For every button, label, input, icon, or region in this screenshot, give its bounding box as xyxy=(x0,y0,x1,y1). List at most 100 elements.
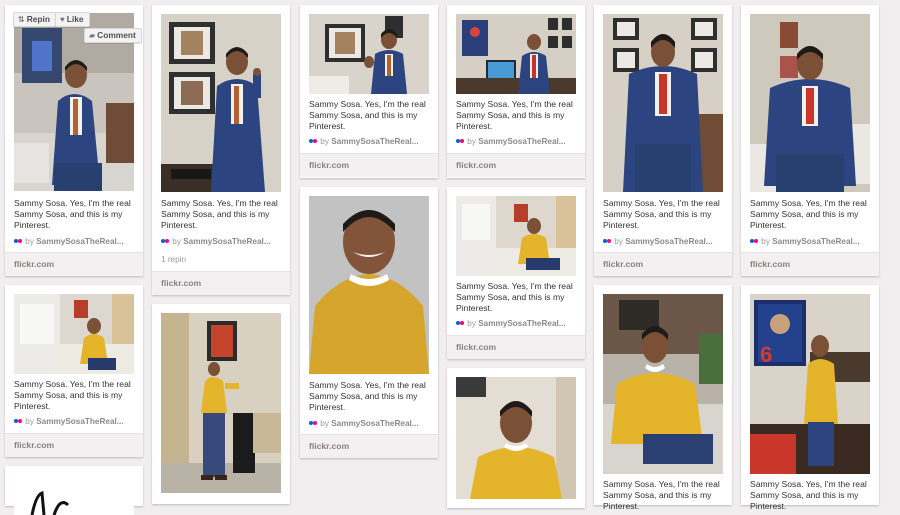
pin-description: Sammy Sosa. Yes, I'm the real Sammy Sosa… xyxy=(456,99,573,131)
speech-bubble-icon: ▰ xyxy=(89,31,96,40)
pinner-name[interactable]: SammySosaTheReal... xyxy=(183,237,270,246)
pin-card[interactable]: Sammy Sosa. Yes, I'm the real Sammy Sosa… xyxy=(447,5,585,178)
pin-card[interactable]: Sammy Sosa. Yes, I'm the real Sammy Sosa… xyxy=(594,285,732,511)
source-domain[interactable]: flickr.com xyxy=(750,259,790,269)
pin-photo[interactable]: 6 xyxy=(750,294,870,474)
pin-photo[interactable] xyxy=(161,313,281,493)
pin-attribution[interactable]: by SammySosaTheReal... xyxy=(309,137,432,148)
pin-source[interactable]: flickr.com xyxy=(5,433,143,457)
repin-count[interactable]: 1 repin xyxy=(161,255,186,264)
flickr-dots-icon xyxy=(750,238,759,245)
pin-source[interactable]: flickr.com xyxy=(447,153,585,177)
pin-card[interactable]: Sammy Sosa. Yes, I'm the real Sammy Sosa… xyxy=(152,5,290,295)
pin-photo[interactable] xyxy=(603,294,723,474)
source-domain[interactable]: flickr.com xyxy=(161,278,201,288)
pinner-name[interactable]: SammySosaTheReal... xyxy=(478,137,565,146)
pin-source[interactable]: flickr.com xyxy=(447,335,585,359)
pin-card[interactable] xyxy=(5,466,143,515)
pin-card[interactable] xyxy=(152,304,290,504)
pin-card[interactable]: Sammy Sosa. Yes, I'm the real Sammy Sosa… xyxy=(741,5,879,276)
by-label: by xyxy=(25,417,34,426)
pin-source[interactable]: flickr.com xyxy=(5,252,143,276)
by-label: by xyxy=(25,237,34,246)
flickr-dots-icon xyxy=(456,138,465,145)
pin-photo[interactable] xyxy=(603,14,723,192)
pinner-name[interactable]: SammySosaTheReal... xyxy=(36,417,123,426)
pin-description: Sammy Sosa. Yes, I'm the real Sammy Sosa… xyxy=(603,198,720,230)
repin-icon: ⇅ xyxy=(18,15,25,24)
pinner-name[interactable]: SammySosaTheReal... xyxy=(478,319,565,328)
pin-description: Sammy Sosa. Yes, I'm the real Sammy Sosa… xyxy=(14,198,131,230)
by-label: by xyxy=(320,137,329,146)
pin-description: Sammy Sosa. Yes, I'm the real Sammy Sosa… xyxy=(309,380,426,412)
pin-attribution[interactable]: by SammySosaTheReal... xyxy=(14,417,137,428)
pin-card[interactable]: 6 Sammy Sosa. Yes, I'm the real Sammy So… xyxy=(741,285,879,511)
by-label: by xyxy=(467,137,476,146)
pin-photo[interactable] xyxy=(309,14,429,94)
by-label: by xyxy=(761,237,770,246)
repin-button[interactable]: ⇅ Repin xyxy=(13,12,56,27)
source-domain[interactable]: flickr.com xyxy=(309,441,349,451)
pin-source[interactable]: flickr.com xyxy=(300,434,438,458)
pin-attribution[interactable]: by SammySosaTheReal... xyxy=(14,237,137,248)
source-domain[interactable]: flickr.com xyxy=(14,259,54,269)
pin-description: Sammy Sosa. Yes, I'm the real Sammy Sosa… xyxy=(309,99,426,131)
pin-description: Sammy Sosa. Yes, I'm the real Sammy Sosa… xyxy=(161,198,278,230)
pin-card[interactable]: Sammy Sosa. Yes, I'm the real Sammy Sosa… xyxy=(300,187,438,458)
flickr-dots-icon xyxy=(603,238,612,245)
pin-source[interactable]: flickr.com xyxy=(741,252,879,276)
source-domain[interactable]: flickr.com xyxy=(456,342,496,352)
source-domain[interactable]: flickr.com xyxy=(309,160,349,170)
pin-attribution[interactable]: by SammySosaTheReal... xyxy=(456,137,579,148)
by-label: by xyxy=(614,237,623,246)
pinner-name[interactable]: SammySosaTheReal... xyxy=(331,419,418,428)
comment-button[interactable]: ▰ Comment xyxy=(84,28,142,43)
pin-photo[interactable] xyxy=(456,196,576,276)
pin-description: Sammy Sosa. Yes, I'm the real Sammy Sosa… xyxy=(456,281,573,313)
pin-photo[interactable] xyxy=(456,14,576,94)
like-label: Like xyxy=(66,14,84,24)
pin-card[interactable]: ⇅ Repin ♥ Like ▰ Comment Sammy Sosa. Yes, I… xyxy=(5,5,143,276)
source-domain[interactable]: flickr.com xyxy=(14,440,54,450)
like-button[interactable]: ♥ Like xyxy=(55,12,90,27)
pin-attribution[interactable]: by SammySosaTheReal... xyxy=(161,237,284,248)
pin-attribution[interactable]: by SammySosaTheReal... xyxy=(309,419,432,430)
pin-source[interactable]: flickr.com xyxy=(300,153,438,177)
pinner-name[interactable]: SammySosaTheReal... xyxy=(772,237,859,246)
pin-card[interactable] xyxy=(447,368,585,508)
pin-photo[interactable] xyxy=(14,294,134,374)
pin-description: Sammy Sosa. Yes, I'm the real Sammy Sosa… xyxy=(14,379,131,411)
pin-photo[interactable] xyxy=(309,196,429,374)
flickr-dots-icon xyxy=(309,138,318,145)
pin-description: Sammy Sosa. Yes, I'm the real Sammy Sosa… xyxy=(750,198,867,230)
pin-card[interactable]: Sammy Sosa. Yes, I'm the real Sammy Sosa… xyxy=(447,187,585,359)
source-domain[interactable]: flickr.com xyxy=(456,160,496,170)
pin-photo[interactable] xyxy=(750,14,870,192)
by-label: by xyxy=(467,319,476,328)
pin-attribution[interactable]: by SammySosaTheReal... xyxy=(750,237,873,248)
pin-description: Sammy Sosa. Yes, I'm the real Sammy Sosa… xyxy=(603,479,720,511)
by-label: by xyxy=(320,419,329,428)
pin-card[interactable]: Sammy Sosa. Yes, I'm the real Sammy Sosa… xyxy=(594,5,732,276)
flickr-dots-icon xyxy=(14,418,23,425)
pin-attribution[interactable]: by SammySosaTheReal... xyxy=(603,237,726,248)
pin-source[interactable]: flickr.com xyxy=(152,271,290,295)
pinner-name[interactable]: SammySosaTheReal... xyxy=(36,237,123,246)
flickr-dots-icon xyxy=(309,420,318,427)
by-label: by xyxy=(172,237,181,246)
pin-photo[interactable] xyxy=(456,377,576,499)
flickr-dots-icon xyxy=(161,238,170,245)
flickr-dots-icon xyxy=(456,320,465,327)
pin-card[interactable]: Sammy Sosa. Yes, I'm the real Sammy Sosa… xyxy=(5,285,143,457)
pin-photo[interactable] xyxy=(161,14,281,192)
source-domain[interactable]: flickr.com xyxy=(603,259,643,269)
comment-label: Comment xyxy=(97,30,136,40)
pin-source[interactable]: flickr.com xyxy=(594,252,732,276)
pin-attribution[interactable]: by SammySosaTheReal... xyxy=(456,319,579,330)
pinner-name[interactable]: SammySosaTheReal... xyxy=(625,237,712,246)
pin-photo[interactable] xyxy=(14,475,134,515)
pinner-name[interactable]: SammySosaTheReal... xyxy=(331,137,418,146)
pin-card[interactable]: Sammy Sosa. Yes, I'm the real Sammy Sosa… xyxy=(300,5,438,178)
flickr-dots-icon xyxy=(14,238,23,245)
svg-text:6: 6 xyxy=(760,342,772,367)
